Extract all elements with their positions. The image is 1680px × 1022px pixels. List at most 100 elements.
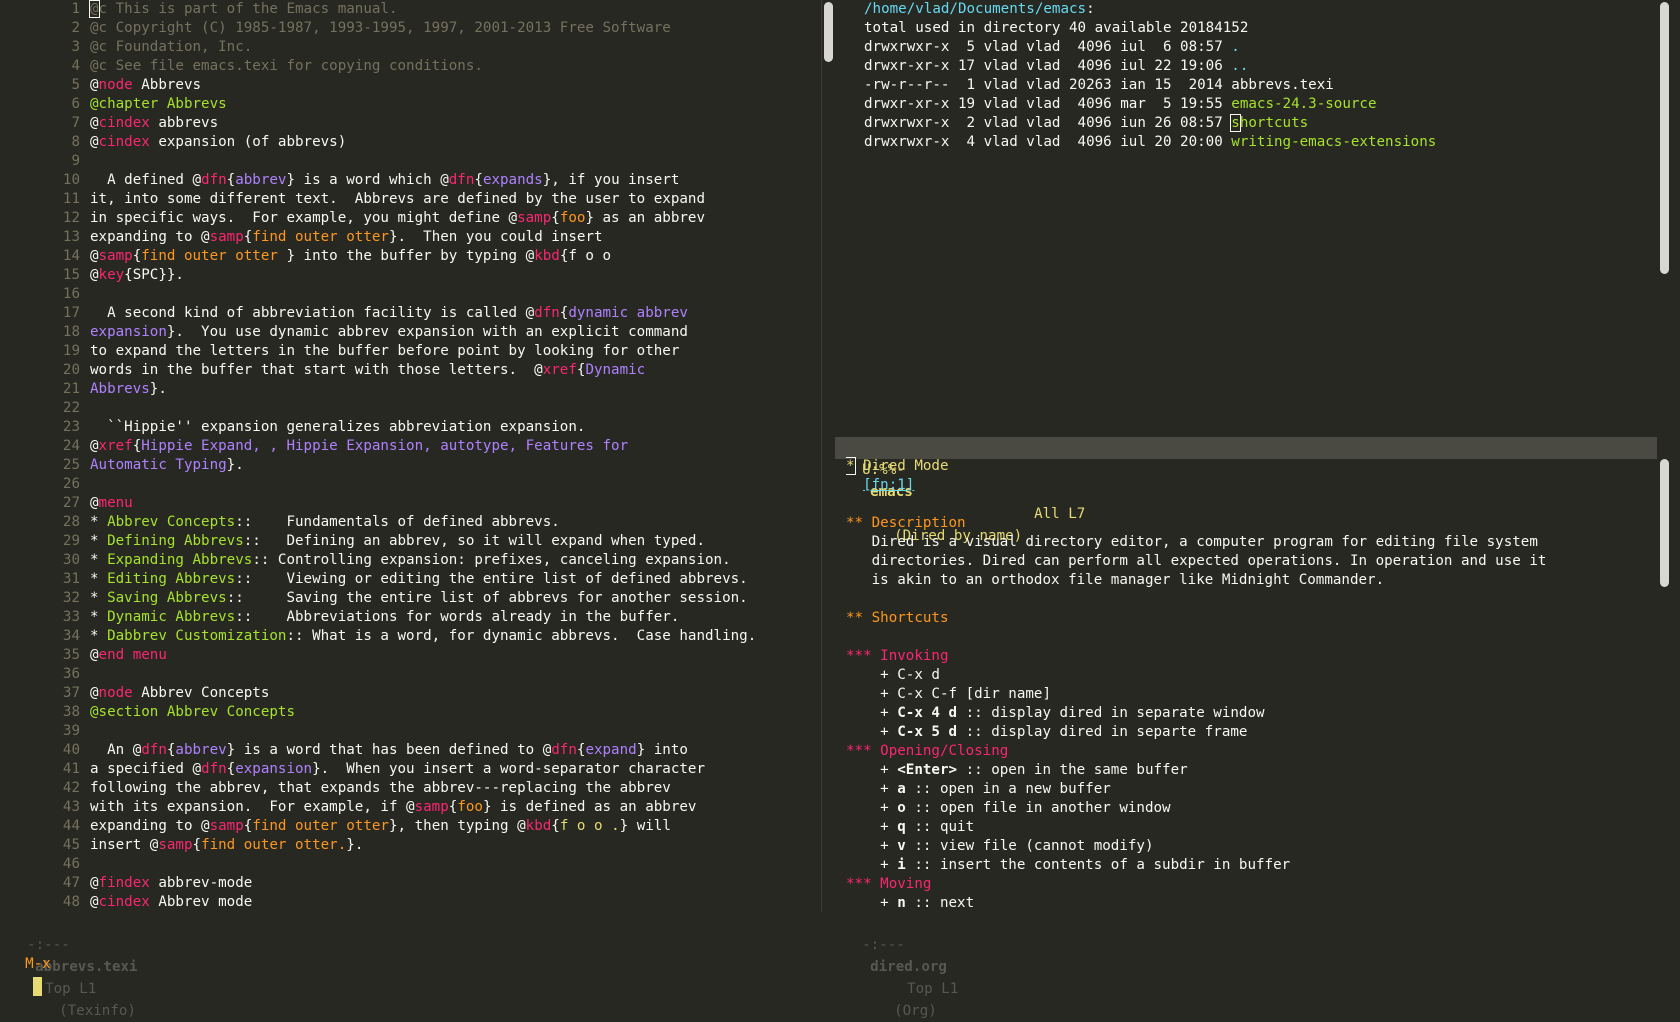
texinfo-line[interactable]: @menu [90, 494, 815, 513]
org-window[interactable]: * Dired Mode [fn:1]​** Description Dired… [846, 457, 1654, 912]
texinfo-line[interactable]: in specific ways. For example, you might… [90, 209, 815, 228]
texinfo-line[interactable]: Automatic Typing}. [90, 456, 815, 475]
texinfo-line[interactable]: expansion}. You use dynamic abbrev expan… [90, 323, 815, 342]
org-line[interactable]: + <Enter> :: open in the same buffer [846, 761, 1546, 780]
left-editor-window[interactable]: 1 2 3 4 5 6 7 8 9 10 11 12 13 14 15 16 17 18 19 20 21 22 23 24 2… [0, 0, 819, 912]
dired-line[interactable]: total used in directory 40 available 201… [864, 19, 1436, 38]
texinfo-line[interactable]: @c Copyright (C) 1985-1987, 1993-1995, 1… [90, 19, 815, 38]
org-line[interactable]: Dired is a visual directory editor, a co… [846, 533, 1546, 552]
org-line[interactable]: + C-x d [846, 666, 1546, 685]
dired-buffer-text[interactable]: /home/vlad/Documents/emacs: total used in… [864, 0, 1436, 152]
texinfo-line[interactable]: words in the buffer that start with thos… [90, 361, 815, 380]
texinfo-line[interactable]: expanding to @samp{find outer otter}. Th… [90, 228, 815, 247]
dired-window[interactable]: /home/vlad/Documents/emacs: total used in… [846, 0, 1654, 433]
texinfo-line[interactable]: @chapter Abbrevs [90, 95, 815, 114]
texinfo-line[interactable]: * Defining Abbrevs:: Defining an abbrev,… [90, 532, 815, 551]
texinfo-line[interactable]: Abbrevs}. [90, 380, 815, 399]
texinfo-line[interactable]: @node Abbrev Concepts [90, 684, 815, 703]
org-line[interactable]: *** Opening/Closing [846, 742, 1546, 761]
dired-line[interactable]: drwxrwxr-x 4 vlad vlad 4096 iul 20 20:00… [864, 133, 1436, 152]
texinfo-line[interactable]: * Dynamic Abbrevs:: Abbreviations for wo… [90, 608, 815, 627]
org-line[interactable]: + C-x C-f [dir name] [846, 685, 1546, 704]
dired-line[interactable]: /home/vlad/Documents/emacs: [864, 0, 1436, 19]
texinfo-line[interactable]: @end menu [90, 646, 815, 665]
org-line[interactable]: * Dired Mode [846, 457, 1546, 476]
texinfo-line[interactable]: * Abbrev Concepts:: Fundamentals of defi… [90, 513, 815, 532]
texinfo-line[interactable]: a specified @dfn{expansion}. When you in… [90, 760, 815, 779]
left-scrollbar-thumb[interactable] [824, 2, 833, 62]
org-line[interactable]: + C-x 4 d :: display dired in separate w… [846, 704, 1546, 723]
org-line[interactable]: ​ [846, 495, 1546, 514]
texinfo-line[interactable]: with its expansion. For example, if @sam… [90, 798, 815, 817]
texinfo-line[interactable]: * Dabbrev Customization:: What is a word… [90, 627, 815, 646]
dired-line[interactable]: drwxrwxr-x 5 vlad vlad 4096 iul 6 08:57 … [864, 38, 1436, 57]
texinfo-line[interactable]: to expand the letters in the buffer befo… [90, 342, 815, 361]
texinfo-line[interactable]: following the abbrev, that expands the a… [90, 779, 815, 798]
org-line[interactable]: + v :: view file (cannot modify) [846, 837, 1546, 856]
dired-line[interactable]: drwxr-xr-x 17 vlad vlad 4096 iul 22 19:0… [864, 57, 1436, 76]
texinfo-line[interactable]: @c This is part of the Emacs manual. [89, 0, 815, 19]
org-line[interactable]: ​ [846, 590, 1546, 609]
texinfo-line[interactable]: insert @samp{find outer otter.}. [90, 836, 815, 855]
texinfo-line[interactable]: @samp{find outer otter } into the buffer… [90, 247, 815, 266]
org-mode-line[interactable]: -:--- dired.org Top L1 (Org) [835, 912, 1657, 1019]
org-line[interactable]: *** Invoking [846, 647, 1546, 666]
texinfo-line[interactable]: A defined @dfn{abbrev} is a word which @… [90, 171, 815, 190]
dired-scrollbar[interactable] [1658, 0, 1671, 433]
org-line[interactable]: [fn:1] [846, 476, 1546, 495]
org-line[interactable]: + q :: quit [846, 818, 1546, 837]
modeline-buffer-name[interactable]: dired.org [870, 956, 947, 978]
texinfo-line[interactable]: * Saving Abbrevs:: Saving the entire lis… [90, 589, 815, 608]
texinfo-buffer-text[interactable]: @c This is part of the Emacs manual. @c C… [89, 0, 815, 912]
org-line[interactable]: ​ [846, 628, 1546, 647]
org-line[interactable]: + i :: insert the contents of a subdir i… [846, 856, 1546, 875]
texinfo-line[interactable]: An @dfn{abbrev} is a word that has been … [90, 741, 815, 760]
texinfo-line[interactable]: expanding to @samp {find outer otter}, th… [90, 817, 815, 836]
org-buffer-text[interactable]: * Dired Mode [fn:1]​** Description Dired… [846, 457, 1546, 912]
minibuffer[interactable]: M-x [8, 931, 51, 996]
texinfo-mode-line[interactable]: -:--- abbrevs.texi Top L1 (Texinfo) [0, 912, 823, 1019]
modeline-major-mode[interactable]: (Org) [894, 1000, 937, 1022]
texinfo-line[interactable]: * Editing Abbrevs:: Viewing or editing t… [90, 570, 815, 589]
org-line[interactable]: is akin to an orthodox file manager like… [846, 571, 1546, 590]
dired-line[interactable]: drwxrwxr-x 2 vlad vlad 4096 iun 26 08:57… [864, 114, 1436, 133]
texinfo-line[interactable]: ​ [90, 152, 815, 171]
texinfo-line[interactable]: ​ [90, 722, 815, 741]
org-line[interactable]: *** Moving [846, 875, 1546, 894]
org-line-segment[interactable]: [fn:1] [863, 477, 914, 493]
texinfo-line[interactable]: @c Foundation, Inc. [90, 38, 815, 57]
dired-scrollbar-thumb[interactable] [1660, 2, 1669, 274]
org-line[interactable]: + n :: next [846, 894, 1546, 912]
org-scrollbar[interactable] [1658, 457, 1671, 912]
org-line[interactable]: + C-x 5 d :: display dired in separte fr… [846, 723, 1546, 742]
left-scrollbar[interactable] [821, 0, 835, 912]
texinfo-line[interactable]: A second kind of abbreviation facility i… [90, 304, 815, 323]
texinfo-line[interactable]: ​ [90, 475, 815, 494]
org-line[interactable]: ** Description [846, 514, 1546, 533]
org-line[interactable]: + a :: open in a new buffer [846, 780, 1546, 799]
texinfo-line[interactable]: @cindex Abbrev mode [90, 893, 815, 912]
dired-line[interactable]: drwxr-xr-x 19 vlad vlad 4096 mar 5 19:55… [864, 95, 1436, 114]
texinfo-line[interactable]: ​ [90, 665, 815, 684]
dired-line[interactable]: -rw-r--r-- 1 vlad vlad 20263 ian 15 2014… [864, 76, 1436, 95]
texinfo-line[interactable]: * Expanding Abbrevs:: Controlling expans… [90, 551, 815, 570]
texinfo-line[interactable]: @findex abbrev-mode [90, 874, 815, 893]
texinfo-line[interactable]: @cindex expansion (of abbrevs) [90, 133, 815, 152]
org-line[interactable]: ** Shortcuts [846, 609, 1546, 628]
org-line[interactable]: directories. Dired can perform all expec… [846, 552, 1547, 571]
org-scrollbar-thumb[interactable] [1660, 459, 1669, 587]
texinfo-line[interactable]: @c See file emacs.texi for copying condi… [90, 57, 815, 76]
texinfo-line[interactable]: ​ [90, 285, 815, 304]
texinfo-line[interactable]: @cindex abbrevs [90, 114, 815, 133]
texinfo-line[interactable]: ​ [90, 855, 815, 874]
texinfo-line[interactable]: it, into some different text. Abbrevs ar… [90, 190, 815, 209]
dired-mode-line[interactable]: U:%%- emacs All L7 (Dired by name) [835, 437, 1657, 544]
texinfo-line[interactable]: ``Hippie'' expansion generalizes abbrevi… [90, 418, 815, 437]
texinfo-line[interactable]: ​ [90, 399, 815, 418]
texinfo-line[interactable]: @xref{Hippie Expand, , Hippie Expansion,… [90, 437, 815, 456]
texinfo-line[interactable]: @key{SPC}}. [90, 266, 815, 285]
texinfo-line[interactable]: @node Abbrevs [90, 76, 815, 95]
modeline-major-mode[interactable]: (Texinfo) [59, 1000, 136, 1022]
org-line[interactable]: + o :: open file in another window [846, 799, 1546, 818]
texinfo-line[interactable]: @section Abbrev Concepts [90, 703, 815, 722]
